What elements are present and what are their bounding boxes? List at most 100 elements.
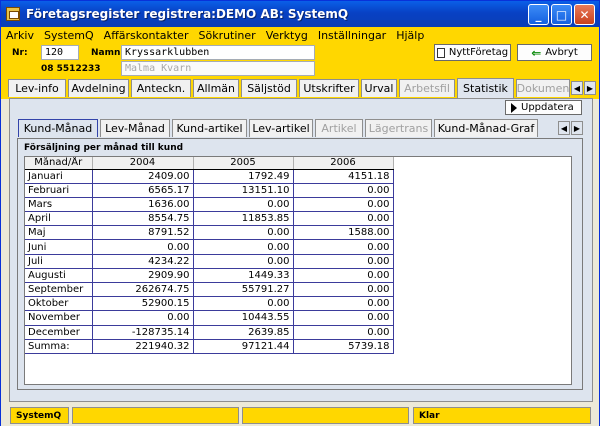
menu-hjalp[interactable]: Hjälp (391, 29, 429, 42)
table-row[interactable]: Augusti 2909.90 1449.33 0.00 (25, 268, 394, 284)
month-cell[interactable]: April (25, 211, 93, 227)
value-cell[interactable]: 2639.85 (193, 325, 294, 340)
table-row[interactable]: Januari 2409.00 1792.49 4151.18 (25, 169, 394, 184)
value-cell[interactable]: 262674.75 (92, 282, 194, 298)
value-cell[interactable]: 0.00 (193, 254, 294, 269)
value-cell[interactable]: 0.00 (293, 296, 394, 312)
value-cell[interactable]: 0.00 (193, 197, 294, 213)
value-cell[interactable]: 2409.00 (92, 169, 194, 184)
value-cell[interactable]: 5739.18 (293, 339, 394, 354)
table-row[interactable]: Summa: 221940.32 97121.44 5739.18 (25, 339, 394, 354)
month-cell[interactable]: Augusti (25, 268, 93, 284)
tab-saljstod[interactable]: Säljstöd (241, 79, 297, 97)
menu-systemq[interactable]: SystemQ (39, 29, 99, 42)
namn-field[interactable]: Kryssarklubben (121, 45, 315, 60)
month-cell[interactable]: Februari (25, 183, 93, 198)
value-cell[interactable]: 11853.85 (193, 211, 294, 227)
table-row[interactable]: Maj 8791.52 0.00 1588.00 (25, 225, 394, 241)
table-row[interactable]: Oktober 52900.15 0.00 0.00 (25, 296, 394, 312)
menu-affarskontakter[interactable]: Affärskontakter (99, 29, 194, 42)
col-header-2005[interactable]: 2005 (193, 157, 294, 170)
value-cell[interactable]: 0.00 (293, 268, 394, 284)
value-cell[interactable]: 4234.22 (92, 254, 194, 269)
new-company-button[interactable]: NyttFöretag (434, 44, 511, 61)
tab-scroll-left-button[interactable]: ◀ (571, 81, 583, 95)
subtab-scroll-right-button[interactable]: ▶ (571, 121, 583, 135)
table-row[interactable]: December -128735.14 2639.85 0.00 (25, 325, 394, 340)
value-cell[interactable]: 0.00 (293, 310, 394, 326)
value-cell[interactable]: 97121.44 (193, 339, 294, 354)
table-row[interactable]: Juni 0.00 0.00 0.00 (25, 239, 394, 255)
close-button[interactable]: ✕ (574, 4, 595, 25)
menu-arkiv[interactable]: Arkiv (1, 29, 39, 42)
value-cell[interactable]: 221940.32 (92, 339, 194, 354)
minimize-button[interactable]: _ (528, 4, 549, 25)
nr-field[interactable]: 120 (41, 45, 79, 60)
value-cell[interactable]: 0.00 (293, 183, 394, 198)
month-cell[interactable]: December (25, 325, 93, 340)
value-cell[interactable]: 10443.55 (193, 310, 294, 326)
col-header-month[interactable]: Månad/År (25, 157, 93, 170)
title-bar[interactable]: Företagsregister registrera:DEMO AB: Sys… (1, 1, 599, 27)
value-cell[interactable]: 1449.33 (193, 268, 294, 284)
tab-kund-artikel[interactable]: Kund-artikel (172, 119, 247, 137)
value-cell[interactable]: -128735.14 (92, 325, 194, 340)
sales-grid[interactable]: Månad/År 2004 2005 2006 Januari 2409.00 17… (24, 156, 572, 385)
value-cell[interactable]: 0.00 (92, 239, 194, 255)
value-cell[interactable]: 0.00 (193, 239, 294, 255)
tab-dokument[interactable]: Dokumen (516, 79, 570, 97)
table-row[interactable]: Mars 1636.00 0.00 0.00 (25, 197, 394, 213)
value-cell[interactable]: 8791.52 (92, 225, 194, 241)
menu-sokrutiner[interactable]: Sökrutiner (193, 29, 260, 42)
value-cell[interactable]: 0.00 (293, 239, 394, 255)
tab-lev-manad[interactable]: Lev-Månad (100, 119, 170, 137)
tab-lev-info[interactable]: Lev-info (8, 79, 66, 97)
table-row[interactable]: November 0.00 10443.55 0.00 (25, 310, 394, 326)
value-cell[interactable]: 1636.00 (92, 197, 194, 213)
tab-anteckn[interactable]: Anteckn. (131, 79, 191, 97)
value-cell[interactable]: 1588.00 (293, 225, 394, 241)
month-cell[interactable]: Januari (25, 169, 93, 184)
value-cell[interactable]: 55791.27 (193, 282, 294, 298)
value-cell[interactable]: 0.00 (293, 197, 394, 213)
value-cell[interactable]: 2909.90 (92, 268, 194, 284)
month-cell[interactable]: Juli (25, 254, 93, 269)
value-cell[interactable]: 6565.17 (92, 183, 194, 198)
month-cell[interactable]: Oktober (25, 296, 93, 312)
table-row[interactable]: Juli 4234.22 0.00 0.00 (25, 254, 394, 269)
month-cell[interactable]: Mars (25, 197, 93, 213)
update-button[interactable]: Uppdatera (505, 100, 582, 115)
tab-avdelning[interactable]: Avdelning (68, 79, 129, 97)
app-icon[interactable] (6, 7, 20, 21)
value-cell[interactable]: 52900.15 (92, 296, 194, 312)
tab-lev-artikel[interactable]: Lev-artikel (249, 119, 313, 137)
month-cell[interactable]: Summa: (25, 339, 93, 354)
tab-allman[interactable]: Allmän (193, 79, 239, 97)
tab-kund-manad[interactable]: Kund-Månad (18, 119, 98, 137)
value-cell[interactable]: 0.00 (92, 310, 194, 326)
tab-utskrifter[interactable]: Utskrifter (299, 79, 359, 97)
cancel-button[interactable]: ⇐ Avbryt (517, 44, 592, 61)
tab-kund-manad-graf[interactable]: Kund-Månad-Graf (434, 119, 538, 137)
col-header-2006[interactable]: 2006 (293, 157, 394, 170)
month-cell[interactable]: Juni (25, 239, 93, 255)
maximize-button[interactable]: □ (551, 4, 572, 25)
value-cell[interactable]: 0.00 (193, 225, 294, 241)
value-cell[interactable]: 0.00 (293, 325, 394, 340)
subtab-scroll-left-button[interactable]: ◀ (558, 121, 570, 135)
menu-verktyg[interactable]: Verktyg (261, 29, 313, 42)
month-cell[interactable]: Maj (25, 225, 93, 241)
value-cell[interactable]: 0.00 (293, 211, 394, 227)
value-cell[interactable]: 1792.49 (193, 169, 294, 184)
table-row[interactable]: April 8554.75 11853.85 0.00 (25, 211, 394, 227)
tab-scroll-right-button[interactable]: ▶ (584, 81, 596, 95)
value-cell[interactable]: 13151.10 (193, 183, 294, 198)
menu-installningar[interactable]: Inställningar (313, 29, 391, 42)
value-cell[interactable]: 8554.75 (92, 211, 194, 227)
value-cell[interactable]: 0.00 (193, 296, 294, 312)
value-cell[interactable]: 0.00 (293, 254, 394, 269)
table-row[interactable]: September 262674.75 55791.27 0.00 (25, 282, 394, 298)
tab-urval[interactable]: Urval (361, 79, 397, 97)
table-row[interactable]: Februari 6565.17 13151.10 0.00 (25, 183, 394, 198)
tab-statistik[interactable]: Statistik (457, 78, 514, 98)
